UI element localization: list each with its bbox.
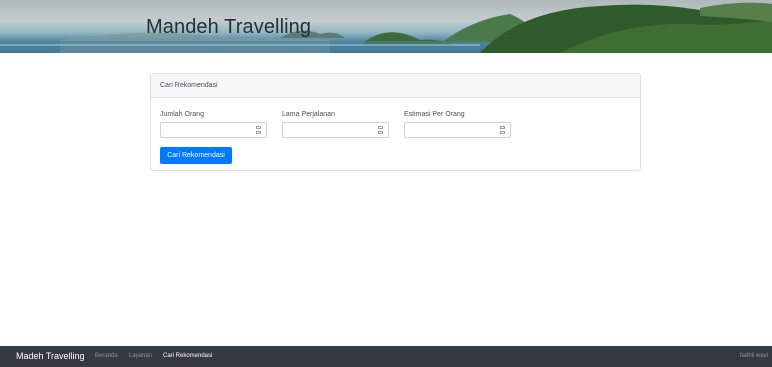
estimasi-per-orang-label: Estimasi Per Orang — [404, 111, 465, 118]
number-spinner-icon[interactable] — [500, 126, 505, 134]
number-spinner-icon[interactable] — [378, 126, 383, 134]
lama-perjalanan-input[interactable] — [282, 122, 389, 138]
footer-navbar: Madeh Travelling Beranda Layanan Cari Re… — [0, 346, 772, 367]
footer-brand[interactable]: Madeh Travelling — [16, 351, 85, 361]
nav-beranda[interactable]: Beranda — [95, 353, 118, 359]
jumlah-orang-input[interactable] — [160, 122, 267, 138]
header-banner: Mandeh Travelling — [0, 0, 772, 53]
card-header: Cari Rekomendasi — [151, 74, 640, 98]
jumlah-orang-label: Jumlah Orang — [160, 111, 204, 118]
user-name[interactable]: fadhli wavi — [740, 353, 768, 359]
estimasi-per-orang-input[interactable] — [404, 122, 511, 138]
site-title: Mandeh Travelling — [146, 16, 312, 38]
search-card: Cari Rekomendasi Jumlah Orang Lama Perja… — [150, 73, 641, 171]
nav-cari-rekomendasi[interactable]: Cari Rekomendasi — [163, 353, 212, 359]
cari-rekomendasi-button[interactable]: Cari Rekomendasi — [160, 147, 232, 164]
lama-perjalanan-label: Lama Perjalanan — [282, 111, 335, 118]
number-spinner-icon[interactable] — [256, 126, 261, 134]
nav-layanan[interactable]: Layanan — [129, 353, 152, 359]
landscape-image — [0, 2, 772, 53]
